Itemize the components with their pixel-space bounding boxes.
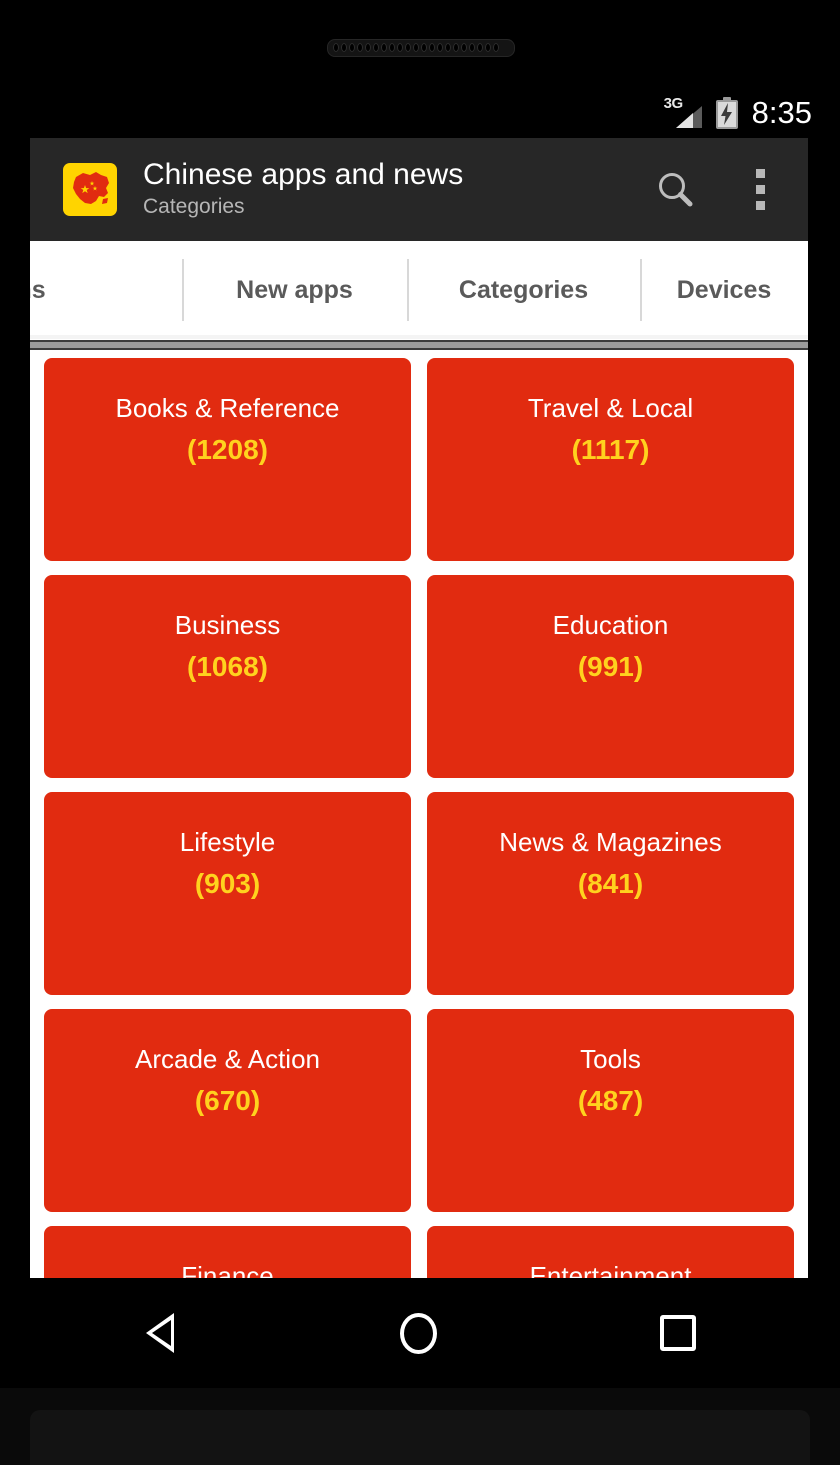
search-button[interactable] <box>634 138 718 241</box>
signal-3g-icon: 3G <box>664 96 702 130</box>
category-name: Finance <box>181 1261 274 1278</box>
app-title: Chinese apps and news <box>143 157 464 191</box>
app-subtitle: Categories <box>143 195 245 219</box>
category-count: (670) <box>194 1084 261 1116</box>
tab-new-apps[interactable]: New apps <box>182 241 407 339</box>
recents-icon <box>660 1315 697 1351</box>
category-name: Education <box>552 610 669 640</box>
category-card[interactable]: Lifestyle (903) <box>44 792 411 995</box>
home-button[interactable] <box>354 1278 484 1388</box>
tab-categories-label: Categories <box>458 275 589 304</box>
category-count: (1117) <box>571 433 650 465</box>
category-cell: Entertainment <box>419 1226 808 1278</box>
back-button[interactable] <box>95 1278 225 1388</box>
category-card[interactable]: Entertainment <box>427 1226 794 1278</box>
earpiece-speaker-grille <box>327 39 515 57</box>
battery-charging-icon <box>715 96 738 129</box>
category-card[interactable]: Education (991) <box>427 575 794 778</box>
status-bar-clock: 8:35 <box>751 94 812 130</box>
android-navigation-bar <box>30 1278 808 1388</box>
category-name: Arcade & Action <box>135 1044 320 1074</box>
category-cell: Travel & Local (1117) <box>419 358 808 575</box>
app-screen: Chinese apps and news Categories s New a… <box>30 138 808 1278</box>
category-name: Travel & Local <box>527 393 694 423</box>
category-cell: News & Magazines (841) <box>419 792 808 1009</box>
china-map-icon <box>63 163 117 216</box>
tab-applications[interactable]: ations <box>30 241 182 339</box>
category-name: News & Magazines <box>499 827 722 857</box>
action-bar-actions <box>634 138 808 241</box>
category-cell: Books & Reference (1208) <box>30 358 419 575</box>
tab-new-apps-label: New apps <box>236 275 353 304</box>
recents-button[interactable] <box>613 1278 743 1388</box>
category-card[interactable]: Travel & Local (1117) <box>427 358 794 561</box>
category-card[interactable]: Tools (487) <box>427 1009 794 1212</box>
category-count: (841) <box>577 867 644 899</box>
overflow-menu-icon <box>755 169 765 210</box>
category-count: (1068) <box>187 650 268 682</box>
category-cell: Tools (487) <box>419 1009 808 1226</box>
overflow-menu-button[interactable] <box>718 138 802 241</box>
home-icon <box>400 1312 438 1354</box>
category-name: Business <box>174 610 281 640</box>
category-card[interactable]: Arcade & Action (670) <box>44 1009 411 1212</box>
category-name: Tools <box>580 1044 641 1074</box>
tab-categories[interactable]: Categories <box>407 241 640 339</box>
category-name: Lifestyle <box>179 827 276 857</box>
category-count: (991) <box>577 650 644 682</box>
category-cell: Arcade & Action (670) <box>30 1009 419 1226</box>
category-cell: Lifestyle (903) <box>30 792 419 1009</box>
category-count: (487) <box>577 1084 644 1116</box>
tab-bar[interactable]: ations New apps Categories Devices <box>30 241 808 339</box>
category-name: Entertainment <box>529 1261 692 1278</box>
category-cell: Education (991) <box>419 575 808 792</box>
category-count: (903) <box>194 867 261 899</box>
action-bar-titles: Chinese apps and news Categories <box>143 157 634 221</box>
search-icon <box>659 172 693 206</box>
bottom-bezel <box>0 1388 840 1465</box>
lightning-bolt-glyph <box>720 102 732 125</box>
category-card[interactable]: Finance <box>44 1226 411 1278</box>
tab-applications-label: ations <box>30 275 46 304</box>
category-cell: Finance <box>30 1226 419 1278</box>
content-divider <box>30 339 808 350</box>
category-count: (1208) <box>187 433 268 465</box>
category-cell: Business (1068) <box>30 575 419 792</box>
category-name: Books & Reference <box>115 393 340 423</box>
category-card[interactable]: Books & Reference (1208) <box>44 358 411 561</box>
category-card[interactable]: News & Magazines (841) <box>427 792 794 995</box>
tab-devices[interactable]: Devices <box>640 241 808 339</box>
category-grid: Books & Reference (1208) Travel & Local (11… <box>30 349 808 1278</box>
status-bar: 3G 8:35 <box>0 88 840 138</box>
phone-device: 3G 8:35 Chinese apps and news Categories… <box>0 0 840 1465</box>
tab-devices-label: Devices <box>676 275 772 304</box>
back-icon <box>145 1313 174 1353</box>
action-bar: Chinese apps and news Categories <box>30 138 808 241</box>
category-card[interactable]: Business (1068) <box>44 575 411 778</box>
